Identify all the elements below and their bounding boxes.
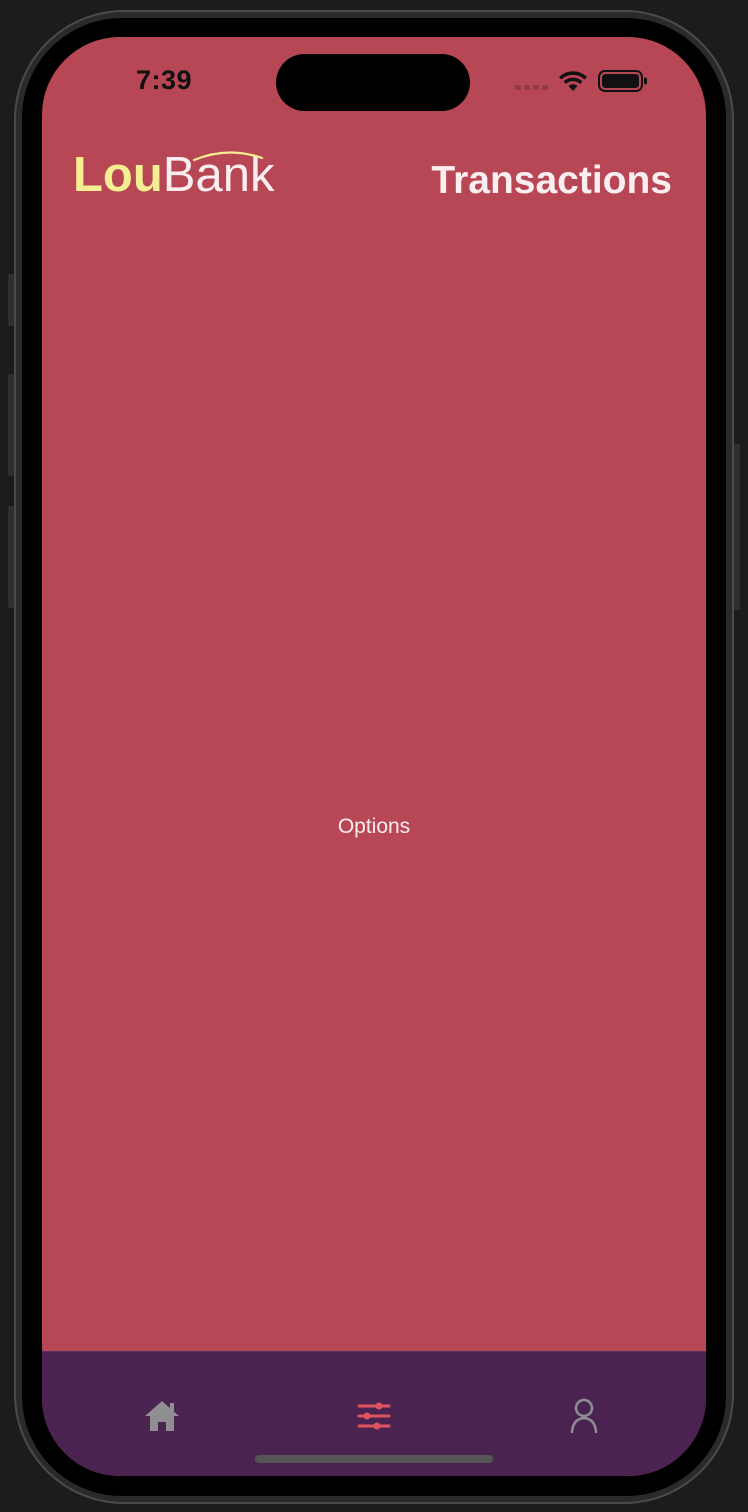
logo-primary: Lou	[73, 148, 163, 202]
volume-up-button	[8, 374, 14, 476]
status-indicators	[515, 69, 648, 93]
person-icon	[570, 1398, 598, 1434]
home-indicator[interactable]	[255, 1455, 493, 1463]
power-button	[734, 444, 740, 610]
home-icon	[145, 1401, 179, 1431]
page-title: Transactions	[431, 159, 672, 202]
sliders-icon	[357, 1402, 391, 1430]
tab-profile[interactable]	[560, 1394, 608, 1438]
wifi-icon	[559, 71, 587, 91]
cellular-signal-icon	[515, 84, 548, 90]
volume-down-button	[8, 506, 14, 608]
tab-options[interactable]	[350, 1394, 398, 1438]
options-placeholder-text: Options	[337, 815, 411, 838]
battery-icon	[598, 70, 647, 92]
app-screen: 7:39 LouBank Transactions Options	[42, 37, 706, 1476]
silent-switch	[8, 274, 14, 326]
tab-home[interactable]	[138, 1394, 186, 1438]
status-time: 7:39	[136, 65, 193, 95]
logo-arc-icon	[192, 151, 264, 162]
dynamic-island	[276, 54, 470, 111]
tab-bar	[42, 1351, 706, 1476]
